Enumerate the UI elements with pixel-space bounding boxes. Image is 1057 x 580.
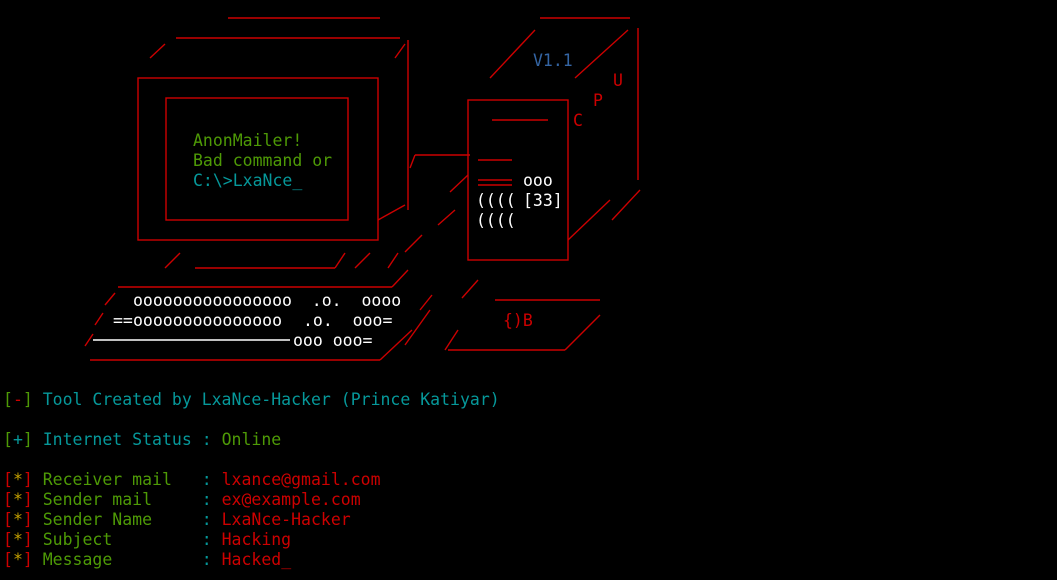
screen-prompt: C:\>LxaNce_: [193, 171, 302, 190]
field-separator: :: [201, 470, 212, 489]
screen-error-line: Bad command or: [193, 151, 332, 170]
field-label: Subject: [42, 530, 192, 549]
field-row-sender-mail: [*] Sender mail : ex@example.com: [3, 490, 361, 509]
keyboard-row-3-tail: ooo ooo=: [293, 331, 373, 350]
tower-letter-u: U: [613, 71, 623, 90]
keyboard-row-2-tail: .o. ooo=: [303, 311, 392, 330]
tower-vent-2: ((((: [476, 211, 516, 230]
field-label: Receiver mail: [42, 470, 192, 489]
internet-marker: +: [12, 430, 23, 449]
credit-line: [-] Tool Created by LxaNce-Hacker (Princ…: [3, 390, 500, 409]
internet-status-line: [+] Internet Status : Online: [3, 430, 282, 449]
screen-title: AnonMailer!: [193, 131, 302, 150]
field-marker: *: [12, 530, 23, 549]
field-separator: :: [201, 530, 212, 549]
field-value: ex@example.com: [221, 490, 361, 509]
field-marker: *: [12, 470, 23, 489]
field-row-sender-name: [*] Sender Name : LxaNce-Hacker: [3, 510, 351, 529]
keyboard-row-1: oooooooooooooooo .o. oooo: [133, 291, 401, 310]
keyboard-row-2: ==: [113, 311, 133, 330]
field-row-subject: [*] Subject : Hacking: [3, 530, 292, 549]
tower-counter: [33]: [523, 191, 563, 210]
field-row-message[interactable]: [*] Message : Hacked_: [3, 550, 291, 570]
internet-status-label: Internet Status: [42, 430, 192, 449]
terminal-window: V1.1 U P C AnonMailer! Bad command or C:…: [0, 0, 1057, 580]
ascii-art-banner: V1.1 U P C AnonMailer! Bad command or C:…: [84, 17, 641, 361]
field-value: Hacking: [221, 530, 292, 549]
keyboard-row-2-keys: ooooooooooooooo: [133, 311, 282, 330]
field-separator: :: [201, 490, 212, 509]
tower-vent-1: ((((: [476, 191, 516, 210]
internet-status-value: Online: [221, 430, 282, 449]
field-separator: :: [201, 550, 212, 569]
field-separator: :: [201, 510, 212, 529]
text-cursor: _: [281, 550, 292, 569]
field-value: lxance@gmail.com: [221, 470, 381, 489]
credit-text: Tool Created by LxaNce-Hacker (Prince Ka…: [42, 390, 500, 409]
internet-status-separator: :: [201, 430, 212, 449]
tower-letter-p: P: [593, 91, 603, 110]
field-value: LxaNce-Hacker: [221, 510, 351, 529]
tower-indicator: ooo: [523, 171, 553, 190]
version-label: V1.1: [533, 51, 573, 70]
field-label: Sender mail: [42, 490, 192, 509]
field-marker: *: [12, 510, 23, 529]
field-row-receiver: [*] Receiver mail : lxance@gmail.com: [3, 470, 381, 489]
field-marker: *: [12, 490, 23, 509]
tower-letter-c: C: [573, 111, 583, 130]
field-marker: *: [12, 550, 23, 569]
field-label: Message: [42, 550, 192, 569]
credit-marker: -: [12, 390, 23, 409]
message-input-value[interactable]: Hacked: [222, 550, 282, 569]
field-label: Sender Name: [42, 510, 192, 529]
printer-label: {)B: [503, 311, 533, 330]
